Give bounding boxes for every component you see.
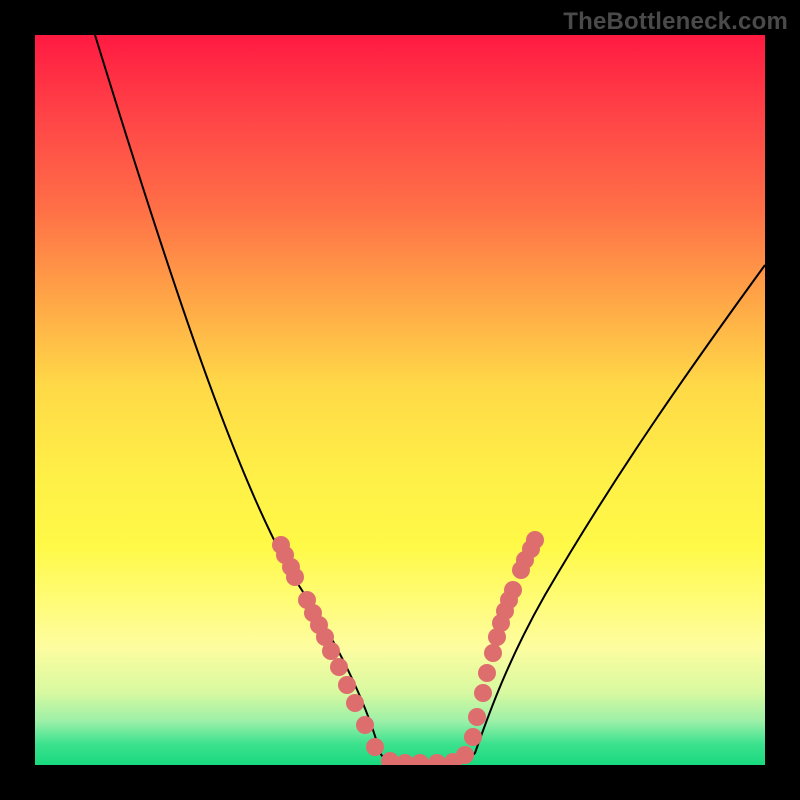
marker-point: [346, 694, 364, 712]
marker-group-right: [456, 531, 544, 764]
marker-point: [478, 664, 496, 682]
marker-point: [474, 684, 492, 702]
marker-point: [330, 658, 348, 676]
marker-point: [484, 644, 502, 662]
marker-group-left: [272, 536, 462, 765]
marker-point: [411, 754, 429, 765]
marker-point: [286, 568, 304, 586]
marker-point: [512, 561, 530, 579]
marker-point: [464, 728, 482, 746]
marker-point: [366, 738, 384, 756]
left-curve: [95, 35, 405, 763]
marker-point: [338, 676, 356, 694]
watermark-text: TheBottleneck.com: [563, 8, 788, 36]
marker-point: [468, 708, 486, 726]
chart-svg: [35, 35, 765, 765]
marker-point: [322, 642, 340, 660]
marker-point: [356, 716, 374, 734]
marker-point: [488, 628, 506, 646]
marker-point: [456, 746, 474, 764]
plot-area: [35, 35, 765, 765]
marker-point: [428, 754, 446, 765]
chart-frame: TheBottleneck.com: [0, 0, 800, 800]
